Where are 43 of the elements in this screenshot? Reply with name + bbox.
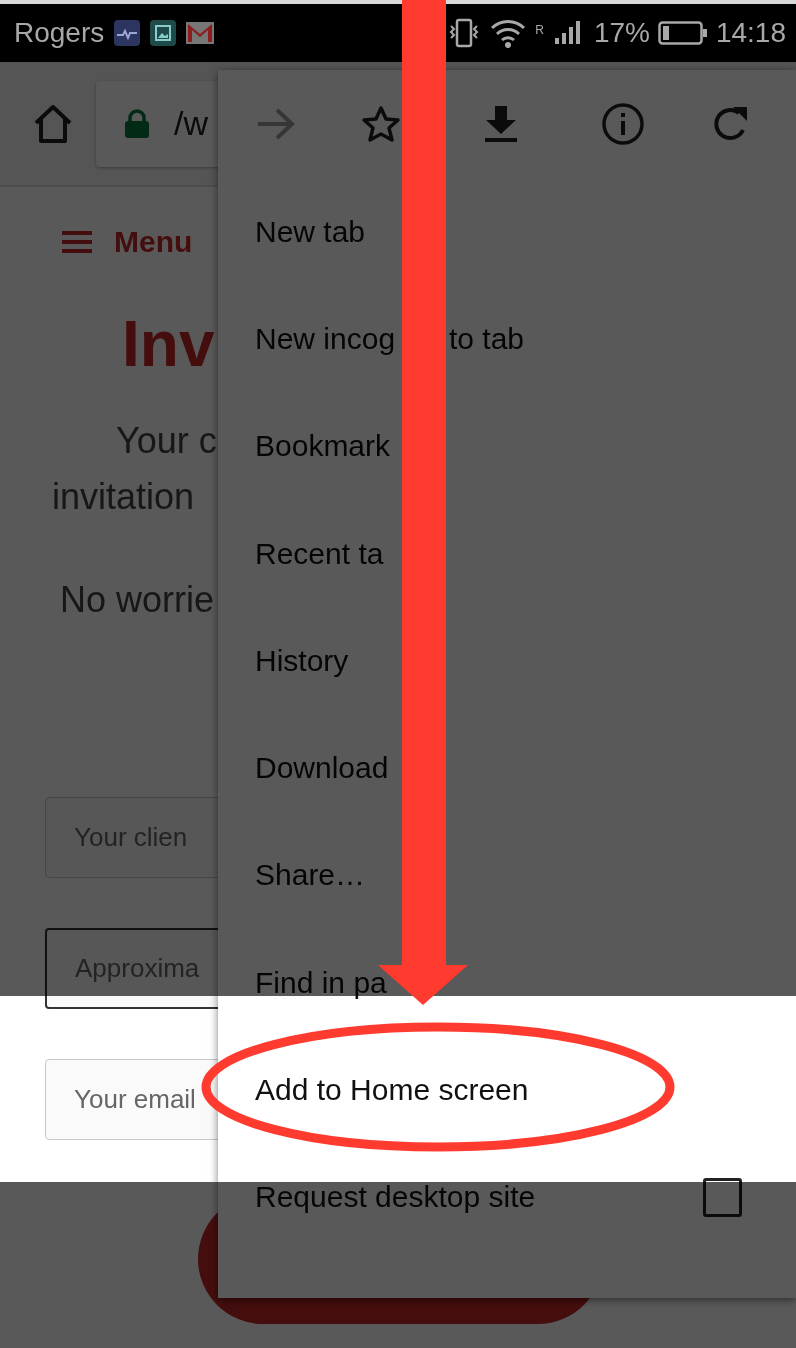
menu-item-label: Bookmark: [255, 429, 392, 464]
wifi-icon: [489, 18, 528, 48]
battery-icon: [657, 20, 708, 46]
page-heading: Inv: [122, 307, 215, 382]
clock-time: 14:18: [715, 17, 786, 49]
hamburger-menu-icon[interactable]: [62, 230, 92, 254]
menu-item[interactable]: New incog to tab: [218, 285, 796, 393]
menu-item-label: New tab: [255, 214, 367, 249]
menu-item-label: Share…: [255, 858, 367, 893]
menu-item[interactable]: Find in pa: [218, 929, 796, 1037]
menu-item-label: Add to Home screen: [255, 1073, 530, 1107]
menu-link[interactable]: Menu: [114, 225, 193, 259]
info-icon[interactable]: [601, 102, 645, 146]
note-text: No worrie: [60, 579, 215, 620]
carrier-name: Rogers: [14, 17, 105, 49]
intro-text: invitation: [52, 476, 195, 517]
menu-item-label: New incog: [255, 321, 397, 356]
menu-item-label: Request desktop site: [255, 1180, 536, 1215]
menu-item[interactable]: Bookmark: [218, 392, 796, 500]
menu-item-label: Recent ta: [255, 536, 385, 571]
gallery-app-icon: [150, 20, 177, 46]
menu-item[interactable]: Recent ta: [218, 499, 796, 608]
checkbox[interactable]: [703, 1177, 742, 1217]
menu-item[interactable]: Download: [218, 714, 796, 822]
mail-app-icon: [186, 22, 215, 44]
download-icon[interactable]: [484, 104, 518, 144]
menu-item[interactable]: New tab: [218, 178, 796, 286]
home-icon[interactable]: [32, 103, 74, 144]
menu-item-label: Find in pa: [255, 965, 388, 1000]
battery-percent: 17%: [593, 17, 650, 49]
heart-rate-app-icon: [114, 20, 141, 46]
menu-item-label: Download: [255, 751, 390, 786]
menu-item[interactable]: Share…: [218, 821, 796, 930]
menu-item[interactable]: Add to Home screen: [218, 1036, 796, 1144]
menu-item[interactable]: History: [218, 607, 796, 715]
lock-icon: [124, 108, 150, 139]
menu-item-label: to tab: [449, 321, 526, 356]
intro-text: Your c: [116, 420, 217, 461]
star-icon[interactable]: [361, 105, 401, 143]
roaming-indicator: R: [535, 23, 544, 37]
menu-item[interactable]: Request desktop site: [218, 1143, 796, 1251]
url-text: /w: [174, 104, 208, 143]
menu-item-label: History: [255, 643, 350, 678]
